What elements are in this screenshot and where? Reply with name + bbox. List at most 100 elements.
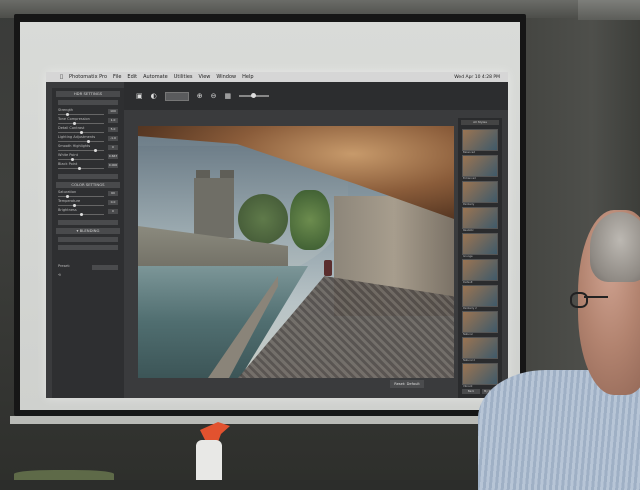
preset-thumbnail[interactable]: Grunge — [462, 233, 498, 258]
param-value[interactable]: 100 — [108, 109, 118, 114]
param-value[interactable]: 1.0 — [108, 118, 118, 123]
param-slider[interactable] — [58, 205, 104, 206]
zoom-out-icon[interactable]: ⊖ — [211, 92, 217, 100]
preset-name: Natural 2 — [463, 359, 476, 362]
preset-name: Painterly 2 — [463, 307, 477, 310]
preset-thumbnail[interactable]: Default — [462, 259, 498, 284]
param-value[interactable]: 0.000 — [108, 163, 118, 168]
param-label: Smooth Highlights — [58, 144, 91, 148]
param-row: Lighting Adjustments -1.0 — [56, 135, 120, 144]
cathedral — [194, 178, 234, 238]
preset-name: Vibrant — [463, 385, 473, 388]
param-row: Saturation 60 — [56, 190, 120, 199]
param-value[interactable]: 60 — [108, 191, 118, 196]
param-row: Brightness 0 — [56, 208, 120, 217]
blend-method[interactable] — [58, 237, 118, 242]
preset-name: Enhanced — [463, 177, 476, 180]
spray-bottle — [196, 440, 222, 480]
undo-icon[interactable]: ⟲ — [58, 273, 61, 277]
slider-knob[interactable] — [71, 157, 74, 161]
menu-file[interactable]: File — [113, 74, 121, 80]
presets-header[interactable]: All Styles — [461, 120, 499, 125]
param-row: Black Point 0.000 — [56, 162, 120, 171]
hdr-settings-header[interactable]: HDR SETTINGS — [56, 91, 120, 97]
preset-name: Painterly — [463, 203, 475, 206]
preset-thumbnail[interactable]: Natural — [462, 311, 498, 336]
param-value[interactable]: -1.0 — [108, 136, 118, 141]
projected-app-window:  Photomatix Pro File Edit Automate Util… — [46, 72, 508, 398]
slider-knob[interactable] — [80, 212, 83, 216]
settings-panel: HDR SETTINGS Strength 100 Tone Compression… — [52, 88, 124, 398]
screen-bottom-bar — [10, 416, 530, 424]
param-row: Temperature 0.0 — [56, 199, 120, 208]
param-label: Lighting Adjustments — [58, 135, 96, 139]
param-row: Detail Contrast 5.0 — [56, 126, 120, 135]
trees-right — [290, 190, 330, 250]
glasses-arm — [584, 296, 608, 298]
menu-bar:  Photomatix Pro File Edit Automate Util… — [46, 72, 508, 82]
param-value[interactable]: 5.0 — [108, 127, 118, 132]
apple-icon[interactable]:  — [60, 74, 63, 80]
slider-knob[interactable] — [66, 112, 69, 116]
param-value[interactable]: 0.0 — [108, 200, 118, 205]
menu-app[interactable]: Photomatix Pro — [69, 74, 107, 80]
fit-icon[interactable]: ▦ — [224, 92, 231, 100]
zoom-in-icon[interactable]: ⊕ — [197, 92, 203, 100]
back-button[interactable]: Back — [462, 389, 480, 394]
blend-amount[interactable] — [58, 245, 118, 250]
options-button[interactable] — [58, 174, 118, 179]
photo-preview — [138, 126, 454, 378]
zoom-field[interactable] — [164, 91, 189, 101]
blending-header[interactable]: ▾ BLENDING — [56, 228, 120, 234]
preset-thumbnail[interactable]: Vibrant — [462, 363, 498, 388]
color-settings-header[interactable]: COLOR SETTINGS — [56, 182, 120, 188]
param-slider[interactable] — [58, 159, 104, 160]
advanced-button[interactable] — [58, 220, 118, 225]
slider-knob[interactable] — [66, 194, 69, 198]
slider-knob[interactable] — [87, 139, 90, 143]
slider-knob[interactable] — [94, 148, 97, 152]
menu-view[interactable]: View — [199, 74, 211, 80]
preset-thumbnail[interactable]: Realistic — [462, 207, 498, 232]
param-slider[interactable] — [58, 150, 104, 151]
menu-utilities[interactable]: Utilities — [174, 74, 193, 80]
preset-thumbnail[interactable]: Balanced — [462, 129, 498, 154]
split-view-icon[interactable]: ◐ — [151, 92, 157, 100]
slider-knob[interactable] — [73, 203, 76, 207]
menu-help[interactable]: Help — [242, 74, 253, 80]
slider-knob[interactable] — [80, 130, 83, 134]
compare-icon[interactable]: ▣ — [136, 92, 143, 100]
param-slider[interactable] — [58, 168, 104, 169]
param-label: Tone Compression — [58, 117, 90, 121]
param-label: Brightness — [58, 208, 77, 212]
menu-window[interactable]: Window — [216, 74, 236, 80]
param-label: Temperature — [58, 199, 81, 203]
undo-row: ⟲ — [56, 273, 120, 282]
presets-panel: All Styles Balanced Enhanced Painterly Real… — [458, 118, 502, 398]
param-value[interactable]: 0.667 — [108, 154, 118, 159]
preset-name: Realistic — [463, 229, 474, 232]
param-slider[interactable] — [58, 141, 104, 142]
preset-name: Grunge — [463, 255, 473, 258]
reset-button[interactable]: Reset: Default — [390, 380, 424, 388]
preset-thumbnail[interactable]: Enhanced — [462, 155, 498, 180]
preset-thumbnail[interactable]: Painterly — [462, 181, 498, 206]
slider-knob[interactable] — [73, 121, 76, 125]
param-row: Tone Compression 1.0 — [56, 117, 120, 126]
toolbar-slider[interactable] — [239, 93, 270, 98]
toolbar: ▣ ◐ ⊕ ⊖ ▦ — [124, 82, 508, 110]
param-value[interactable]: 0 — [108, 145, 118, 150]
slider-knob[interactable] — [78, 166, 81, 170]
preset-select[interactable] — [92, 265, 118, 270]
preset-thumbnail[interactable]: Natural 2 — [462, 337, 498, 362]
param-slider[interactable] — [58, 196, 104, 197]
param-value[interactable]: 0 — [108, 209, 118, 214]
method-select[interactable] — [58, 100, 118, 105]
preset-thumbnail[interactable]: Painterly 2 — [462, 285, 498, 310]
menu-automate[interactable]: Automate — [143, 74, 168, 80]
green-object — [14, 470, 114, 480]
menu-edit[interactable]: Edit — [127, 74, 137, 80]
param-slider[interactable] — [58, 123, 104, 124]
param-slider[interactable] — [58, 114, 104, 115]
glasses — [570, 292, 588, 308]
